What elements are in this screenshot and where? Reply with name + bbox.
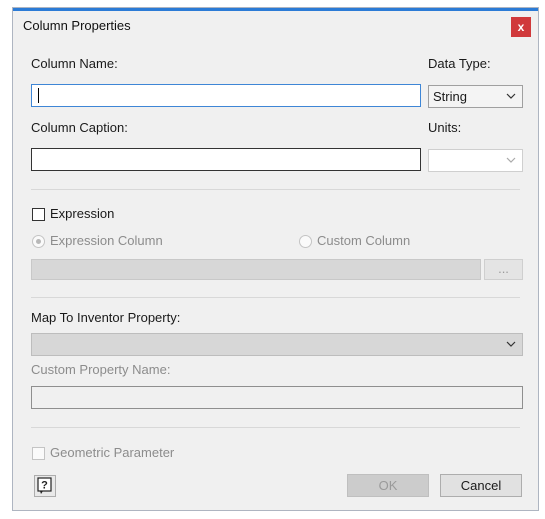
inventor-property-select[interactable]: [31, 333, 523, 356]
column-name-label: Column Name:: [31, 56, 118, 71]
help-icon: ?: [37, 477, 52, 494]
data-type-select[interactable]: String: [428, 85, 523, 108]
geometric-parameter-checkbox[interactable]: [32, 447, 45, 460]
units-label: Units:: [428, 120, 462, 135]
geometric-parameter-label: Geometric Parameter: [50, 445, 175, 460]
text-caret: [38, 88, 39, 103]
expression-column-radio[interactable]: [32, 235, 45, 248]
dialog-title: Column Properties: [23, 18, 131, 33]
custom-column-label: Custom Column: [317, 233, 411, 248]
radio-selected-dot: [36, 239, 41, 244]
column-name-input[interactable]: [31, 84, 421, 107]
custom-property-name-input[interactable]: [31, 386, 523, 409]
map-to-inventor-label: Map To Inventor Property:: [31, 310, 181, 325]
chevron-down-icon: [506, 93, 516, 99]
units-select[interactable]: [428, 149, 523, 172]
custom-column-radio[interactable]: [299, 235, 312, 248]
close-button[interactable]: x: [511, 17, 531, 37]
separator: [31, 189, 520, 190]
data-type-label: Data Type:: [428, 56, 491, 71]
expression-label: Expression: [50, 206, 115, 221]
help-button[interactable]: ?: [34, 475, 56, 497]
expression-checkbox[interactable]: [32, 208, 45, 221]
cancel-button[interactable]: Cancel: [440, 474, 522, 497]
separator: [31, 297, 520, 298]
title-accent-bar: [13, 8, 538, 11]
browse-button[interactable]: ...: [484, 259, 523, 280]
custom-property-name-label: Custom Property Name:: [31, 362, 171, 377]
chevron-down-icon: [506, 157, 516, 163]
expression-input[interactable]: [31, 259, 481, 280]
chevron-down-icon: [506, 341, 516, 347]
expression-column-label: Expression Column: [50, 233, 163, 248]
column-properties-dialog: Column Properties x Column Name: Data Ty…: [12, 7, 539, 511]
ok-button[interactable]: OK: [347, 474, 429, 497]
svg-text:?: ?: [41, 480, 48, 492]
column-caption-label: Column Caption:: [31, 120, 128, 135]
data-type-value: String: [433, 89, 467, 104]
separator: [31, 427, 520, 428]
column-caption-input[interactable]: [31, 148, 421, 171]
